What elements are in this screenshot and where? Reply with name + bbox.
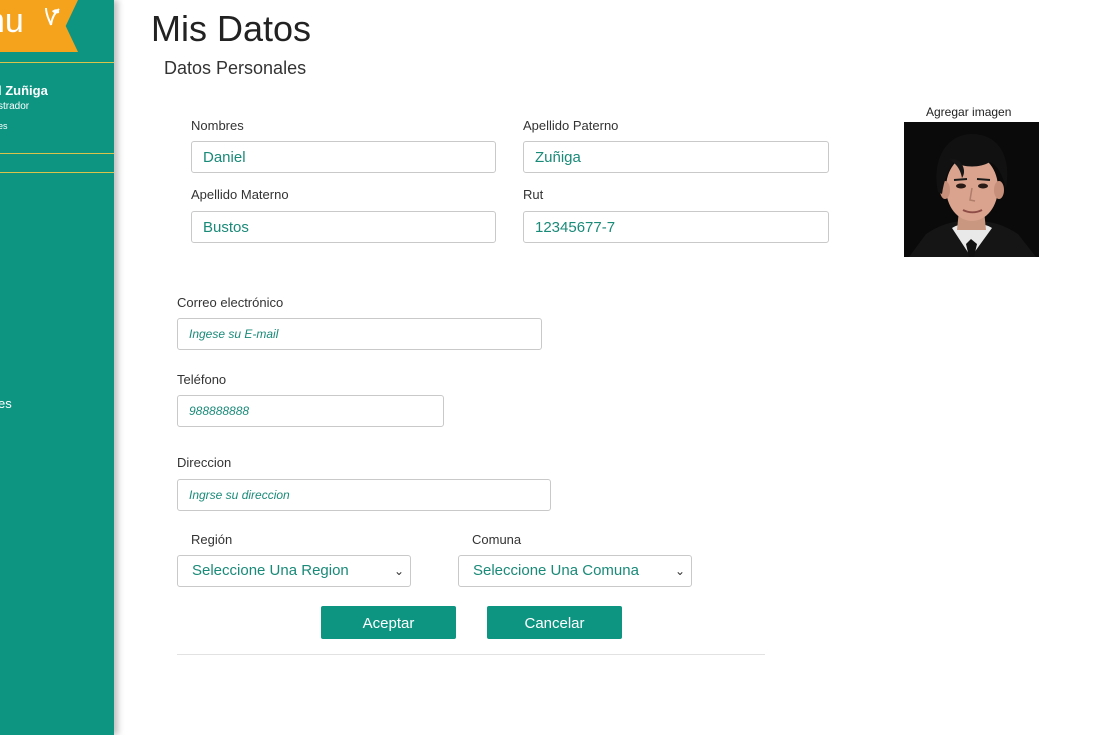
email-input[interactable] — [177, 318, 542, 350]
sidebar-divider — [0, 172, 114, 173]
user-extra[interactable]: es — [0, 121, 8, 131]
app-logo[interactable]: nu — [0, 0, 78, 52]
form-divider — [177, 654, 765, 655]
apellido-paterno-input[interactable] — [523, 141, 829, 173]
region-select[interactable]: Seleccione Una Region ⌄ — [177, 555, 411, 587]
apellido-materno-label: Apellido Materno — [191, 187, 289, 202]
section-title: Datos Personales — [164, 58, 307, 78]
add-image-label[interactable]: Agregar imagen — [926, 105, 1011, 119]
direccion-label: Direccion — [177, 455, 232, 470]
comuna-selected-value: Seleccione Una Comuna — [473, 562, 639, 579]
apellido-paterno-label: Apellido Paterno — [523, 118, 619, 133]
profile-photo[interactable] — [904, 122, 1039, 257]
comuna-select[interactable]: Seleccione Una Comuna ⌄ — [458, 555, 692, 587]
comuna-label: Comuna — [472, 532, 522, 547]
accept-button[interactable]: Aceptar — [321, 606, 456, 639]
nombres-input[interactable] — [191, 141, 496, 173]
rut-input[interactable] — [523, 211, 829, 243]
direccion-input[interactable] — [177, 479, 551, 511]
sidebar-divider — [0, 153, 114, 154]
telefono-label: Teléfono — [177, 372, 227, 387]
page-title: Mis Datos — [151, 8, 312, 49]
sidebar-divider — [0, 62, 114, 63]
logo-text: nu — [0, 2, 24, 40]
profile-photo-art — [904, 122, 1039, 257]
chevron-down-icon: ⌄ — [674, 564, 685, 578]
sidebar-item[interactable]: es — [0, 396, 12, 411]
telefono-input[interactable] — [177, 395, 444, 427]
sidebar: nu l Zuñiga strador es l es — [0, 0, 114, 735]
user-role: strador — [0, 101, 30, 112]
apellido-materno-input[interactable] — [191, 211, 496, 243]
cancel-button[interactable]: Cancelar — [487, 606, 622, 639]
region-selected-value: Seleccione Una Region — [192, 562, 349, 579]
chevron-down-icon: ⌄ — [393, 564, 404, 578]
leaf-icon — [45, 7, 60, 26]
nombres-label: Nombres — [191, 118, 244, 133]
user-name: l Zuñiga — [0, 83, 48, 98]
correo-label: Correo electrónico — [177, 295, 284, 310]
region-label: Región — [191, 532, 233, 547]
rut-label: Rut — [523, 187, 544, 202]
sidebar-item[interactable]: l — [0, 350, 1, 365]
